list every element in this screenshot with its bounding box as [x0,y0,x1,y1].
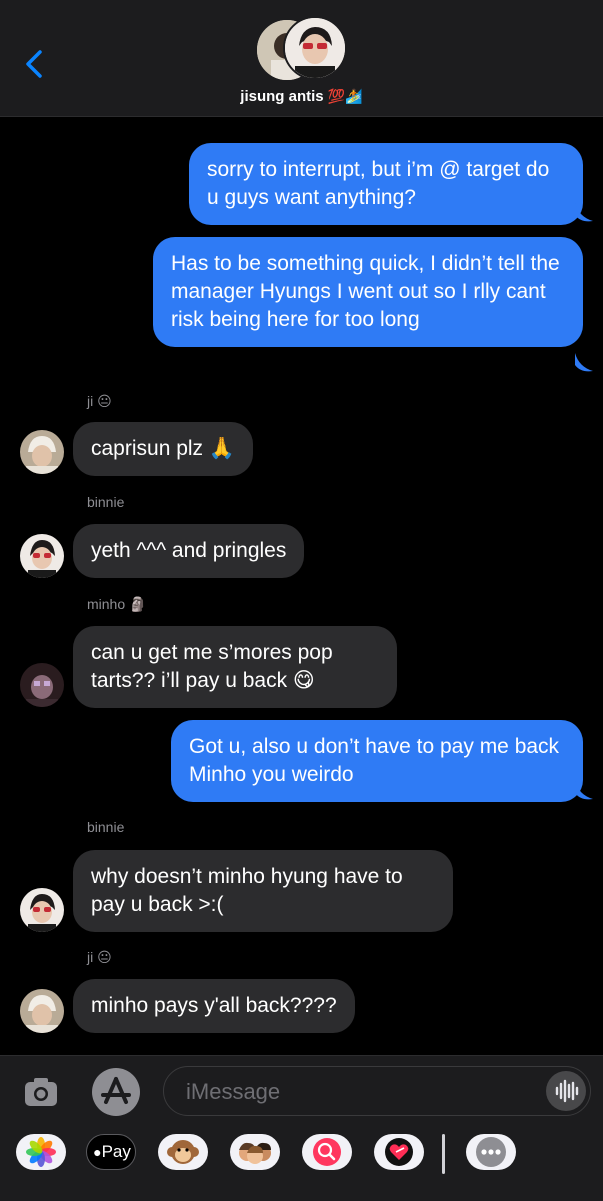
message-input-placeholder: iMessage [186,1079,281,1104]
received-message-bubble[interactable]: minho pays y'all back???? [73,979,355,1033]
received-message-bubble[interactable]: can u get me s’mores pop tarts?? i’ll pa… [73,626,397,708]
received-message-bubble[interactable]: why doesn’t minho hyung have to pay u ba… [73,850,453,932]
group-name-text: jisung antis [240,88,324,105]
sent-message-bubble[interactable]: sorry to interrupt, but i’m @ target do … [189,143,583,225]
more-icon [476,1137,506,1167]
digital-touch-button[interactable] [374,1134,424,1170]
photos-icon [26,1137,56,1167]
sender-avatar[interactable] [20,989,64,1033]
apple-pay-button[interactable]: ●Pay [86,1134,136,1170]
sender-name: binnie [87,819,125,835]
memoji-icon [239,1142,271,1164]
tray-divider [442,1134,445,1174]
sender-avatar[interactable] [20,534,64,578]
apple-logo-icon: ● [93,1144,102,1160]
compose-bar: iMessage ●Pay [0,1055,603,1201]
received-message-bubble[interactable]: yeth ^^^ and pringles [73,524,305,578]
message-input[interactable]: iMessage [163,1066,591,1116]
sent-message-bubble[interactable]: Got u, also u don’t have to pay me back … [171,720,583,802]
app-store-icon [101,1077,131,1104]
group-name[interactable]: jisung antis 💯🏄 [0,88,603,105]
message-text: yeth ^^^ and pringles [91,539,287,562]
more-apps-button[interactable] [466,1134,516,1170]
sender-name: minho 🗿 [87,596,147,612]
sender-name: ji 😐 [87,949,112,965]
animoji-monkey-button[interactable] [158,1134,208,1170]
bubble-tail [575,353,593,372]
app-drawer: ●Pay [0,1124,603,1201]
received-message-bubble[interactable]: caprisun plz 🙏 [73,422,254,476]
message-text: can u get me s’mores pop tarts?? i’ll pa… [91,641,333,692]
memoji-button[interactable] [230,1134,280,1170]
camera-icon[interactable] [22,1073,60,1111]
bubble-tail [575,781,593,800]
bubble-tail [575,203,593,222]
sent-message-bubble[interactable]: Has to be something quick, I didn’t tell… [153,237,583,347]
sender-name: binnie [87,494,125,510]
heart-touch-icon [385,1138,413,1166]
app-store-button[interactable] [92,1068,140,1116]
group-name-emojis: 💯🏄 [327,88,363,104]
sender-name: ji 😐 [87,393,112,409]
message-text: caprisun plz 🙏 [91,437,236,460]
message-text: minho pays y'all back???? [91,994,337,1017]
message-text: why doesn’t minho hyung have to pay u ba… [91,865,403,916]
conversation-header: jisung antis 💯🏄 [0,0,603,117]
audio-message-button[interactable] [546,1071,586,1111]
waveform-icon [555,1079,579,1103]
group-avatar-front [283,16,347,80]
apple-pay-label: Pay [101,1142,131,1161]
sender-avatar[interactable] [20,430,64,474]
web-search-button[interactable] [302,1134,352,1170]
message-text: Got u, also u don’t have to pay me back … [189,735,560,786]
message-text: sorry to interrupt, but i’m @ target do … [207,158,550,209]
monkey-icon [167,1140,199,1164]
sender-avatar[interactable] [20,888,64,932]
sender-avatar[interactable] [20,663,64,707]
message-text: Has to be something quick, I didn’t tell… [171,252,560,331]
photos-app-button[interactable] [16,1134,66,1170]
back-chevron-icon[interactable] [22,46,48,82]
group-avatars[interactable] [255,16,349,82]
globe-search-icon [313,1138,341,1166]
